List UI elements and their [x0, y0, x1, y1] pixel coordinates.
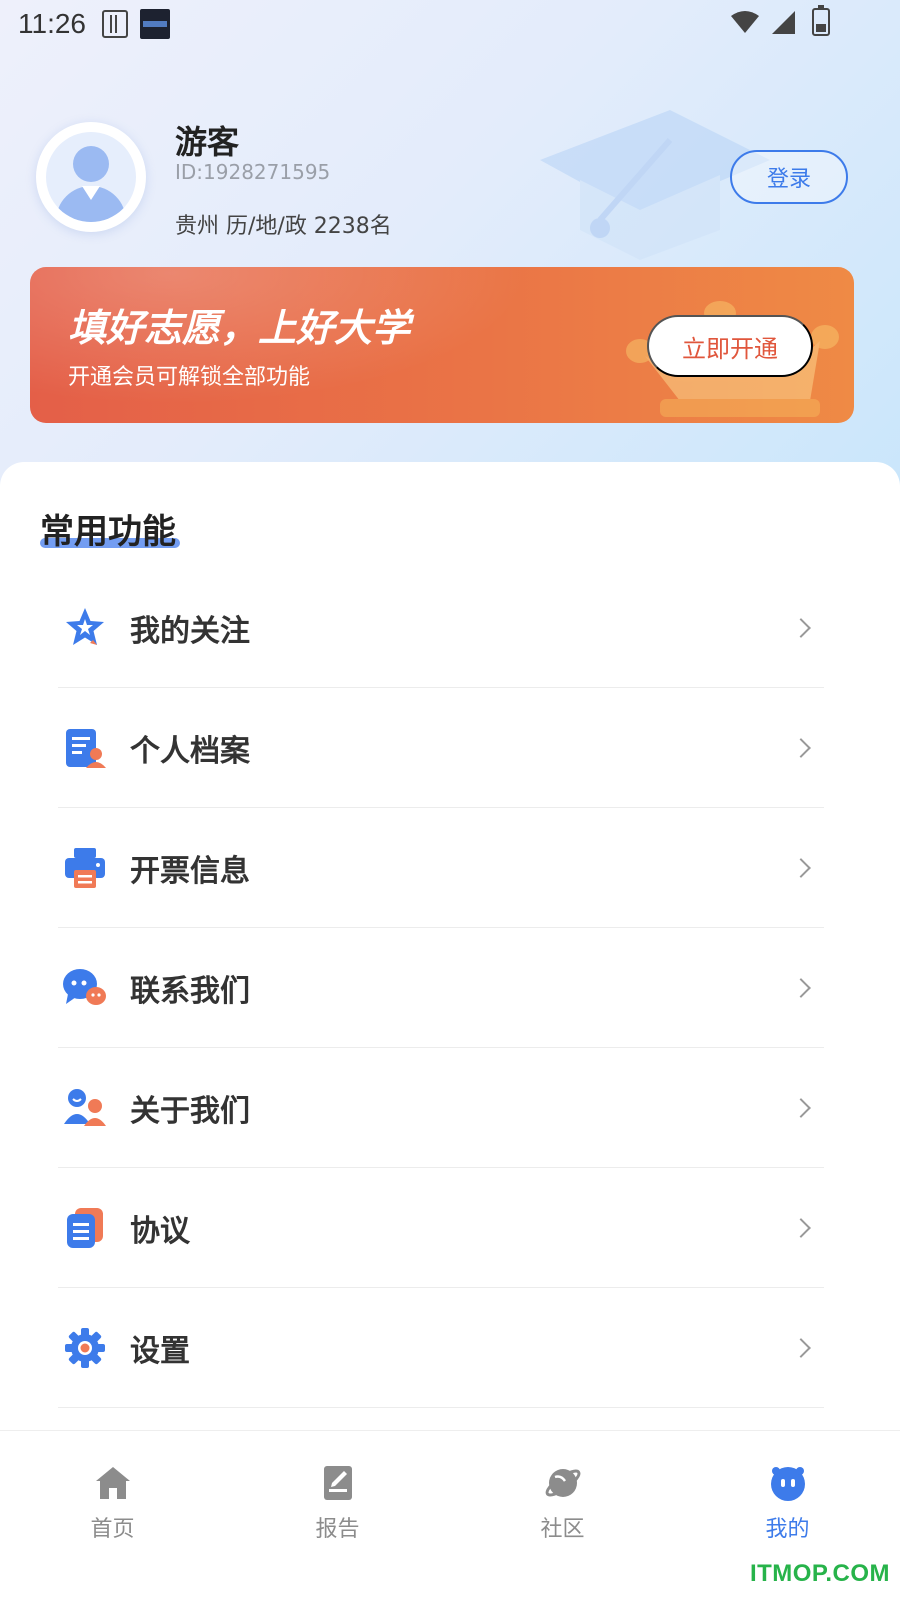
- planet-icon: [545, 1469, 580, 1497]
- menu-list: 我的关注 个人档案 开票信息 联系我们 关于我们 协议 设置: [58, 568, 824, 1408]
- menu-item-my-follows[interactable]: 我的关注: [58, 568, 824, 688]
- signal-icon: [772, 11, 795, 34]
- login-button[interactable]: 登录: [730, 150, 848, 204]
- home-icon: [95, 1467, 130, 1499]
- wifi-icon: [731, 11, 759, 33]
- menu-item-label: 关于我们: [130, 1093, 250, 1129]
- nav-label: 报告: [315, 1517, 360, 1542]
- section-title: 常用功能: [40, 512, 176, 552]
- chevron-right-icon: [791, 1097, 811, 1118]
- chevron-right-icon: [791, 1217, 811, 1238]
- nav-community[interactable]: 社区: [450, 1431, 675, 1600]
- printer-icon: [62, 845, 108, 891]
- menu-item-label: 联系我们: [130, 973, 250, 1009]
- chat-icon: [62, 965, 108, 1011]
- menu-item-label: 开票信息: [130, 853, 250, 889]
- sim-card-icon: [102, 10, 128, 38]
- star-icon: [62, 605, 108, 651]
- vip-subtitle: 开通会员可解锁全部功能: [68, 365, 311, 390]
- nav-report[interactable]: 报告: [225, 1431, 450, 1600]
- menu-item-contact[interactable]: 联系我们: [58, 928, 824, 1048]
- menu-item-label: 个人档案: [130, 733, 250, 769]
- gear-icon: [62, 1325, 108, 1371]
- face-icon: [770, 1467, 805, 1501]
- team-icon: [62, 1085, 108, 1131]
- battery-icon: [812, 5, 830, 36]
- nav-label: 社区: [540, 1517, 585, 1542]
- user-id: ID:1928271595: [175, 160, 331, 184]
- nav-label: 首页: [90, 1517, 135, 1542]
- screen-recorder-icon: [140, 9, 170, 39]
- status-time: 11:26: [18, 8, 86, 39]
- vip-banner[interactable]: 填好志愿，上好大学 开通会员可解锁全部功能 立即开通: [30, 267, 854, 423]
- user-region-rank: 贵州 历/地/政 2238名: [175, 214, 392, 239]
- chevron-right-icon: [791, 977, 811, 998]
- nav-label: 我的: [765, 1517, 810, 1542]
- chevron-right-icon: [791, 737, 811, 758]
- report-icon: [323, 1466, 352, 1500]
- user-name: 游客: [175, 123, 240, 161]
- menu-item-label: 设置: [130, 1333, 190, 1369]
- menu-item-profile[interactable]: 个人档案: [58, 688, 824, 808]
- menu-item-label: 协议: [130, 1213, 190, 1249]
- menu-item-invoice[interactable]: 开票信息: [58, 808, 824, 928]
- status-bar: 11:26: [0, 0, 900, 48]
- document-icon: [62, 1205, 108, 1251]
- menu-item-settings[interactable]: 设置: [58, 1288, 824, 1408]
- chevron-right-icon: [791, 857, 811, 878]
- vip-title: 填好志愿，上好大学: [68, 306, 411, 350]
- menu-item-agreement[interactable]: 协议: [58, 1168, 824, 1288]
- activate-vip-button[interactable]: 立即开通: [647, 315, 813, 377]
- chevron-right-icon: [791, 617, 811, 638]
- profile-file-icon: [62, 725, 108, 771]
- menu-item-about[interactable]: 关于我们: [58, 1048, 824, 1168]
- menu-item-label: 我的关注: [130, 613, 250, 649]
- chevron-right-icon: [791, 1337, 811, 1358]
- avatar[interactable]: [36, 122, 146, 232]
- nav-home[interactable]: 首页: [0, 1431, 225, 1600]
- watermark: ITMOP.COM: [749, 1560, 890, 1587]
